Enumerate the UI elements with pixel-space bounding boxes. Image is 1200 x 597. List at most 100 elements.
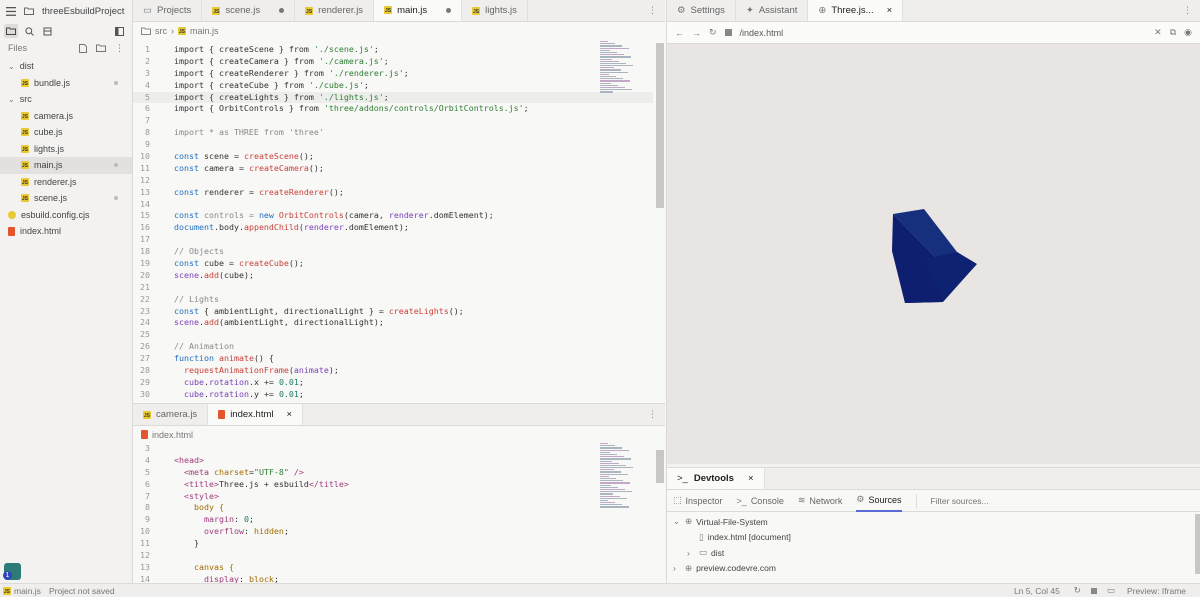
lower-scrollbar[interactable] xyxy=(656,450,664,483)
tab-label: Assistant xyxy=(758,5,798,16)
minimap[interactable] xyxy=(600,442,638,508)
more-options-icon[interactable]: ⋮ xyxy=(115,43,124,54)
code-token: <meta xyxy=(184,466,214,477)
breadcrumb-folder[interactable]: src xyxy=(155,26,167,36)
package-icon[interactable] xyxy=(40,24,54,38)
sync-icon[interactable]: ↻ xyxy=(1074,585,1081,596)
line-number: 18 xyxy=(140,246,150,257)
devtools-tab-network[interactable]: ≋ Network xyxy=(798,495,843,506)
js-file-icon: JS xyxy=(212,6,221,15)
forward-icon[interactable]: → xyxy=(692,28,701,38)
close-icon[interactable]: × xyxy=(287,409,293,420)
close-icon[interactable]: × xyxy=(748,473,754,484)
stop-icon[interactable] xyxy=(724,29,732,36)
devtools-tab[interactable]: >_ Devtools × xyxy=(667,468,765,489)
devtools-tab-sources[interactable]: ⚙ Sources xyxy=(856,490,902,512)
breadcrumb-file[interactable]: main.js xyxy=(190,26,219,36)
tab-assistant[interactable]: ✦ Assistant xyxy=(736,0,809,21)
stop-icon[interactable] xyxy=(1090,587,1097,594)
filter-sources-input[interactable] xyxy=(930,495,1051,506)
more-options-icon[interactable]: ⋮ xyxy=(1175,0,1200,21)
tab-scene-js[interactable]: JS scene.js xyxy=(202,0,296,21)
explorer-icon[interactable] xyxy=(4,24,18,38)
layout-icon[interactable]: ▭ xyxy=(1107,585,1115,596)
line-number: 6 xyxy=(145,478,150,489)
tree-item[interactable]: JS main.js xyxy=(0,157,132,174)
reload-icon[interactable]: ↻ xyxy=(709,27,717,38)
more-options-icon[interactable]: ⋮ xyxy=(640,404,665,425)
new-folder-icon[interactable] xyxy=(96,44,106,52)
camera-icon[interactable]: ◉ xyxy=(1184,27,1192,38)
close-icon[interactable]: ✕ xyxy=(1154,27,1162,38)
tree-item[interactable]: ⌄ dist xyxy=(0,58,132,75)
code-text: <head> xyxy=(165,455,204,467)
lower-breadcrumb-file[interactable]: index.html xyxy=(152,430,193,440)
line-number: 29 xyxy=(140,376,150,387)
html-file-icon xyxy=(141,430,148,439)
tab-projects[interactable]: ▭ Projects xyxy=(133,0,203,21)
code-token: // Objects xyxy=(174,246,224,257)
terminal-icon: >_ xyxy=(677,472,688,484)
tab-lights-js[interactable]: JS lights.js xyxy=(462,0,528,21)
menu-icon[interactable] xyxy=(6,6,16,16)
panel-toggle-icon[interactable] xyxy=(112,24,126,38)
source-item[interactable]: › ▭ dist xyxy=(667,545,1200,561)
open-external-icon[interactable]: ⧉ xyxy=(1170,27,1176,38)
tab-main-js[interactable]: JS main.js xyxy=(374,0,463,21)
code-text: import { createRenderer } from './render… xyxy=(165,68,409,80)
minimap-line xyxy=(600,56,631,58)
tab-index-html[interactable]: index.html × xyxy=(208,404,304,425)
code-token: </title> xyxy=(308,478,349,489)
devtools-tab-inspector[interactable]: ⬚ Inspector xyxy=(673,495,723,506)
tree-item[interactable]: JS lights.js xyxy=(0,141,132,158)
tree-item[interactable]: index.html xyxy=(0,223,132,240)
minimap-line xyxy=(600,480,623,482)
tree-item[interactable]: JS camera.js xyxy=(0,108,132,125)
status-preview-mode[interactable]: Preview: Iframe xyxy=(1127,586,1186,596)
source-item[interactable]: › ⊕ preview.codevre.com xyxy=(667,561,1200,577)
project-name[interactable]: threeEsbuildProject xyxy=(42,6,124,17)
tree-item[interactable]: JS cube.js xyxy=(0,124,132,141)
tab-renderer-js[interactable]: JS renderer.js xyxy=(295,0,375,21)
lower-breadcrumb: index.html xyxy=(133,426,665,443)
minimap-line xyxy=(600,488,625,491)
search-icon[interactable] xyxy=(22,24,36,38)
tab-three-js-[interactable]: ⊕ Three.js... × xyxy=(808,0,904,21)
tree-item[interactable]: ⌄ src xyxy=(0,91,132,108)
tab-camera-js[interactable]: JS camera.js xyxy=(133,404,209,425)
devtools-scrollbar[interactable] xyxy=(1195,514,1200,574)
minimap[interactable] xyxy=(600,40,638,93)
avatar[interactable]: 1 xyxy=(3,563,21,580)
code-token: import { createRenderer } from xyxy=(174,67,329,78)
html-code-editor[interactable]: 3 4 <head> 5 <meta charset="UTF-8" /> 6 <tit… xyxy=(133,443,653,584)
chevron-down-icon: ⌄ xyxy=(8,94,15,104)
close-icon[interactable]: × xyxy=(887,5,893,16)
source-item[interactable]: ▯ index.html [document] xyxy=(667,530,1200,546)
line-number: 4 xyxy=(145,454,150,465)
new-file-icon[interactable] xyxy=(79,43,87,53)
editor-scrollbar[interactable] xyxy=(656,43,664,208)
code-line: 25 xyxy=(133,329,653,341)
main-code-editor[interactable]: 1 import { createScene } from './scene.js… xyxy=(133,43,653,401)
devtools-tab-console[interactable]: >_ Console xyxy=(737,496,784,506)
back-icon[interactable]: ← xyxy=(675,28,684,38)
source-item[interactable]: ⌄ ⊕ Virtual-File-System xyxy=(667,514,1200,530)
file-tree: ⌄ dist JS bundle.js ⌄ src JS camera.js JS cube.js… xyxy=(0,58,132,240)
status-file[interactable]: main.js xyxy=(14,586,41,596)
tree-item[interactable]: JS renderer.js xyxy=(0,174,132,191)
preview-url[interactable]: /index.html xyxy=(740,28,784,38)
preview-canvas[interactable] xyxy=(667,44,1200,464)
tree-item[interactable]: JS bundle.js xyxy=(0,75,132,92)
status-cursor[interactable]: Ln 5, Col 45 xyxy=(1014,586,1060,596)
tree-item[interactable]: esbuild.config.cjs xyxy=(0,207,132,224)
code-token: const xyxy=(174,186,204,197)
more-options-icon[interactable]: ⋮ xyxy=(640,0,665,21)
html-file-icon xyxy=(8,226,15,236)
code-token: createLights xyxy=(388,305,449,316)
minimap-line xyxy=(600,491,632,493)
minimap-line xyxy=(600,445,615,447)
tab-settings[interactable]: ⚙ Settings xyxy=(667,0,736,21)
tree-item[interactable]: JS scene.js xyxy=(0,190,132,207)
js-file-icon: JS xyxy=(3,586,11,595)
